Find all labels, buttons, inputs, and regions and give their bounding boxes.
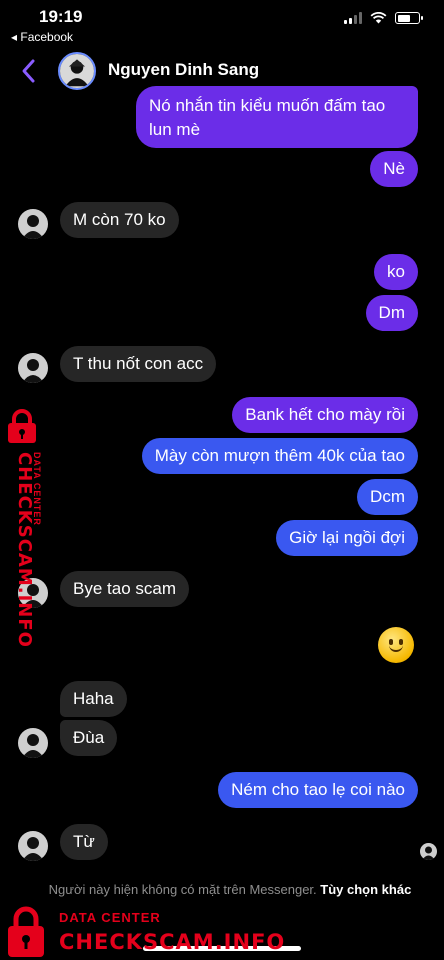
watermark-small-text: DATA CENTER [59, 910, 161, 925]
outgoing-message[interactable]: Nè [370, 151, 418, 187]
message-text: Bank hết cho mày rồi [245, 405, 405, 424]
back-chevron-icon[interactable] [18, 58, 40, 84]
incoming-message[interactable]: T thu nốt con acc [60, 346, 217, 382]
sender-avatar [18, 353, 48, 383]
message-text: ko [387, 262, 405, 281]
outgoing-message[interactable]: Mày còn mượn thêm 40k của tao [141, 438, 418, 474]
outgoing-message[interactable]: Bank hết cho mày rồi [232, 397, 418, 433]
message-text: T thu nốt con acc [73, 354, 204, 373]
lock-icon [8, 906, 44, 957]
message-text: Dcm [370, 487, 405, 506]
status-icons [344, 12, 423, 24]
incoming-message[interactable]: M còn 70 ko [60, 202, 179, 238]
status-bar: 19:19 ◂ Facebook [0, 0, 444, 46]
incoming-message[interactable]: Từ [60, 824, 108, 860]
outgoing-message[interactable]: ko [374, 254, 418, 290]
battery-icon [395, 12, 423, 24]
watermark-side: CHECKSCAM.INFO DATA CENTER [2, 408, 48, 648]
message-text: Nè [383, 159, 405, 178]
message-text: Đùa [73, 728, 105, 747]
outgoing-message[interactable]: Dcm [357, 479, 418, 515]
message-text: Ném cho tao lẹ coi nào [231, 780, 405, 799]
message-text: Giờ lại ngồi đợi [289, 528, 405, 547]
offline-notice-text: Người này hiện không có mặt trên Messeng… [48, 882, 317, 897]
message-text: Mày còn mượn thêm 40k của tao [154, 446, 405, 465]
message-text-line2: lun mè [149, 120, 201, 139]
outgoing-message[interactable]: Dm [365, 295, 418, 331]
contact-avatar[interactable] [58, 52, 96, 90]
cellular-signal-icon [344, 12, 362, 24]
incoming-message[interactable]: Đùa [60, 720, 118, 756]
incoming-message[interactable]: Bye tao scam [60, 571, 189, 607]
battery-level [397, 14, 410, 22]
watermark-small-text: DATA CENTER [32, 452, 42, 526]
back-to-facebook-link[interactable]: ◂ Facebook [11, 30, 73, 44]
more-options-link[interactable]: Tùy chọn khác [320, 882, 411, 897]
sender-avatar [18, 209, 48, 239]
clock: 19:19 [39, 7, 83, 26]
wifi-icon [370, 12, 387, 24]
message-text: Từ [73, 832, 95, 851]
slightly-smiling-face-emoji-icon[interactable] [378, 627, 414, 663]
message-text: Dm [378, 303, 405, 322]
sender-avatar [18, 831, 48, 861]
sender-avatar [18, 728, 48, 758]
lock-icon [8, 409, 36, 443]
message-text: Bye tao scam [73, 579, 176, 598]
outgoing-message[interactable]: Ném cho tao lẹ coi nào [218, 772, 418, 808]
offline-notice: Người này hiện không có mặt trên Messeng… [40, 880, 420, 899]
message-text: Haha [73, 689, 114, 708]
message-text: Nó nhắn tin kiểu muốn đấm tao [149, 96, 386, 115]
watermark-big-text: CHECKSCAM.INFO [59, 930, 286, 954]
watermark-bottom: DATA CENTER CHECKSCAM.INFO [4, 900, 284, 958]
message-text: M còn 70 ko [73, 210, 166, 229]
contact-name[interactable]: Nguyen Dinh Sang [108, 60, 259, 80]
incoming-message[interactable]: Haha [60, 681, 127, 717]
outgoing-message[interactable]: Giờ lại ngồi đợi [276, 520, 418, 556]
outgoing-message[interactable]: Nó nhắn tin kiểu muốn đấm tao lun mè [136, 86, 418, 148]
seen-receipt-avatar [420, 843, 437, 860]
